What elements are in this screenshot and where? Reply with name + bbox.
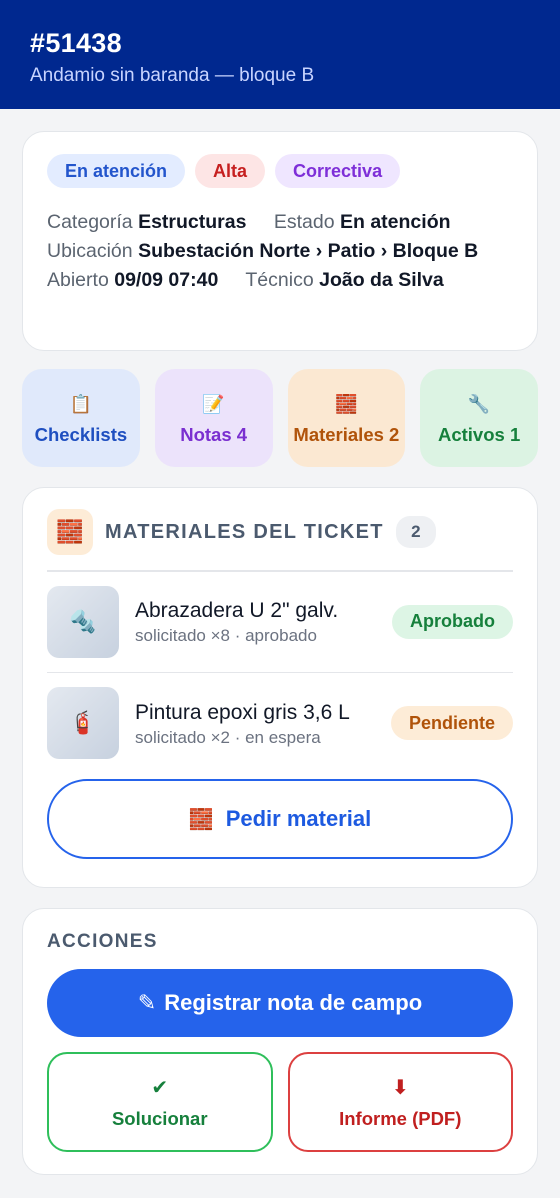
- technician-value: João da Silva: [319, 269, 444, 291]
- request-material-label: Pedir material: [225, 806, 372, 831]
- tile-checklists[interactable]: 📋 Checklists: [22, 369, 140, 467]
- memo-icon: 📝: [202, 394, 225, 414]
- tile-notes[interactable]: 📝 Notas 4: [154, 369, 273, 467]
- location-value: Subestación Norte › Patio › Bloque B: [138, 240, 479, 262]
- fire-extinguisher-icon: 🧯: [47, 687, 119, 759]
- ticket-summary-card: En atención Alta Correctiva Categoría Es…: [22, 131, 538, 351]
- bolt-icon: 🔩: [47, 585, 119, 658]
- opened-label: Abierto: [47, 269, 109, 291]
- priority-chip: Alta: [195, 154, 266, 188]
- bricks-icon: 🧱: [47, 509, 93, 555]
- category-value: Estructuras: [138, 211, 247, 233]
- ticket-meta: Categoría Estructuras Estado En atención…: [47, 208, 513, 295]
- field-note-label: Registrar nota de campo: [164, 990, 423, 1015]
- material-item[interactable]: 🧯 Pintura epoxi gris 3,6 L solicitado ×2…: [47, 673, 513, 773]
- materials-title: MATERIALES DEL TICKET: [105, 520, 384, 543]
- top-bar: #51438 Andamio sin baranda — bloque B: [0, 0, 560, 109]
- state-label: Estado: [273, 211, 335, 233]
- bricks-icon: 🧱: [188, 808, 214, 831]
- tile-label: Materiales 2: [293, 424, 400, 445]
- materials-count-badge: 2: [395, 516, 436, 548]
- field-note-button[interactable]: ✎ Registrar nota de campo: [47, 969, 513, 1037]
- tile-label: Activos 1: [437, 424, 521, 445]
- material-name: Pintura epoxi gris 3,6 L: [135, 700, 350, 724]
- material-detail: solicitado ×2 · en espera: [135, 727, 321, 747]
- status-badge-pending: Pendiente: [390, 706, 513, 740]
- location-label: Ubicación: [47, 240, 133, 262]
- status-badge-approved: Aprobado: [392, 604, 513, 639]
- type-chip: Correctiva: [275, 154, 401, 188]
- request-material-button[interactable]: 🧱 Pedir material: [47, 779, 513, 859]
- technician-label: Técnico: [245, 269, 314, 291]
- actions-card: ACCIONES ✎ Registrar nota de campo ✔ Sol…: [22, 908, 538, 1175]
- report-pdf-label: Informe (PDF): [339, 1107, 462, 1129]
- materials-header: 🧱 MATERIALES DEL TICKET 2: [47, 508, 513, 556]
- report-pdf-button[interactable]: ⬇ Informe (PDF): [287, 1052, 513, 1152]
- check-icon: ✔: [151, 1076, 169, 1099]
- section-tiles: 📋 Checklists 📝 Notas 4 🧱 Materiales 2 🔧 …: [22, 369, 538, 467]
- ticket-id: #51438: [30, 28, 122, 58]
- ticket-subtitle: Andamio sin baranda — bloque B: [30, 65, 315, 86]
- download-arrow-icon: ⬇: [391, 1076, 409, 1099]
- status-chips: En atención Alta Correctiva: [47, 154, 513, 188]
- actions-title: ACCIONES: [47, 931, 158, 952]
- clipboard-icon: 📋: [69, 394, 93, 414]
- solve-button[interactable]: ✔ Solucionar: [47, 1052, 273, 1152]
- tile-materials[interactable]: 🧱 Materiales 2: [287, 369, 406, 467]
- state-value: En atención: [340, 211, 451, 233]
- category-label: Categoría: [47, 211, 133, 233]
- solve-label: Solucionar: [111, 1107, 208, 1129]
- bricks-icon: 🧱: [335, 394, 358, 414]
- material-detail: solicitado ×8 · aprobado: [135, 626, 317, 645]
- material-item[interactable]: 🔩 Abrazadera U 2" galv. solicitado ×8 · …: [47, 572, 513, 672]
- pencil-icon: ✎: [137, 990, 157, 1015]
- opened-value: 09/09 07:40: [114, 269, 219, 291]
- wrench-icon: 🔧: [467, 394, 491, 414]
- tile-label: Checklists: [34, 424, 128, 445]
- status-chip: En atención: [47, 154, 186, 188]
- tile-label: Notas 4: [180, 424, 248, 445]
- tile-assets[interactable]: 🔧 Activos 1: [420, 369, 538, 467]
- materials-card: 🧱 MATERIALES DEL TICKET 2 🔩 Abrazadera U…: [22, 487, 538, 888]
- material-name: Abrazadera U 2" galv.: [135, 599, 339, 622]
